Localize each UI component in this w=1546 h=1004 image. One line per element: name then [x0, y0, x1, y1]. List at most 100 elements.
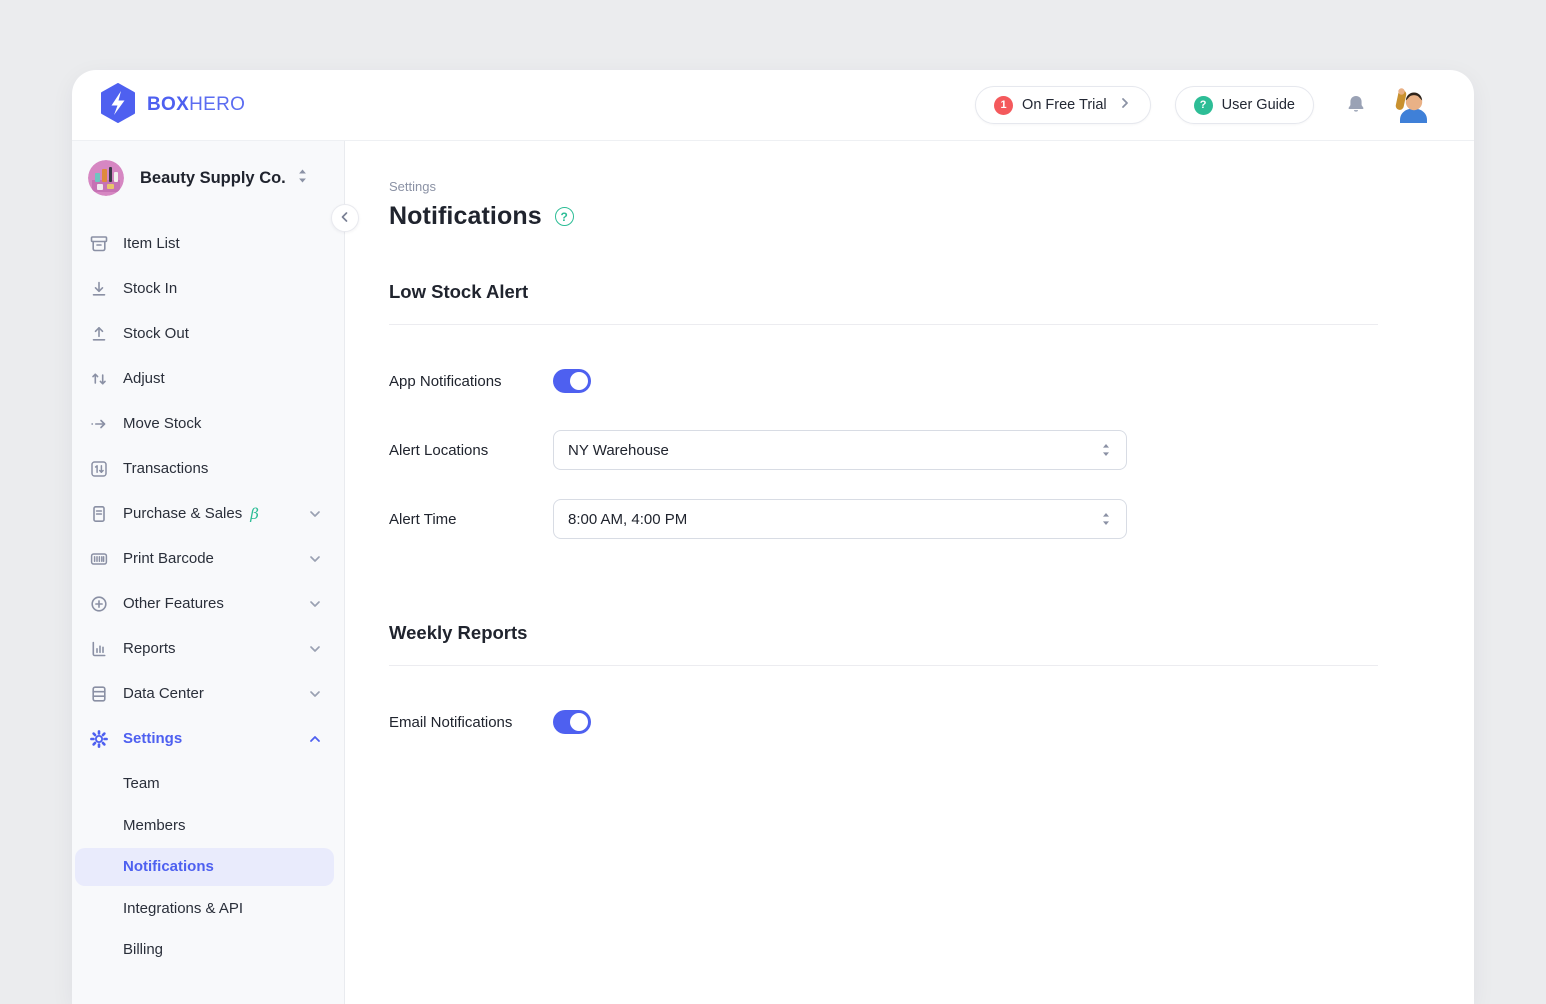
chevron-right-icon [1118, 96, 1132, 114]
sidebar-item-label: Settings [123, 730, 182, 747]
help-icon[interactable]: ? [555, 207, 574, 226]
sidebar-subitem-label: Notifications [123, 858, 214, 875]
sidebar-subitem-members[interactable]: Members [75, 806, 334, 844]
sidebar-item-settings[interactable]: Settings [72, 716, 344, 761]
workspace-avatar [88, 160, 124, 196]
toggle-knob [570, 372, 588, 390]
email-notifications-row: Email Notifications [389, 710, 1378, 734]
sidebar-item-label: Stock Out [123, 325, 189, 342]
alert-time-value: 8:00 AM, 4:00 PM [568, 511, 687, 528]
sidebar-item-adjust[interactable]: Adjust [72, 356, 344, 401]
sidebar-item-item-list[interactable]: Item List [72, 221, 344, 266]
database-icon [89, 684, 109, 704]
sidebar: Beauty Supply Co. Item List [72, 141, 345, 1004]
chevron-down-icon [308, 507, 322, 521]
sidebar-item-purchase-sales[interactable]: Purchase & Sales β [72, 491, 344, 536]
app-notifications-label: App Notifications [389, 373, 553, 390]
user-guide-button[interactable]: ? User Guide [1175, 86, 1314, 124]
app-window: BOXHERO 1 On Free Trial ? User Guide [72, 70, 1474, 1004]
sidebar-subitem-integrations-api[interactable]: Integrations & API [75, 889, 334, 927]
select-sorter-icon [1100, 442, 1112, 458]
alert-time-select[interactable]: 8:00 AM, 4:00 PM [553, 499, 1127, 539]
toggle-knob [570, 713, 588, 731]
sidebar-item-other-features[interactable]: Other Features [72, 581, 344, 626]
section-low-stock-alert: Low Stock Alert App Notifications Alert … [389, 281, 1378, 539]
page-title: Notifications [389, 202, 542, 231]
document-icon [89, 504, 109, 524]
chevron-down-icon [308, 552, 322, 566]
sidebar-item-stock-in[interactable]: Stock In [72, 266, 344, 311]
arrows-up-down-icon [89, 369, 109, 389]
user-guide-label: User Guide [1222, 97, 1295, 113]
chevron-down-icon [308, 642, 322, 656]
plus-circle-icon [89, 594, 109, 614]
boxhero-hexagon-bolt-icon [100, 83, 136, 128]
section-divider [389, 665, 1378, 666]
alert-locations-value: NY Warehouse [568, 442, 669, 459]
sidebar-subitem-billing[interactable]: Billing [75, 931, 334, 969]
question-badge-icon: ? [1194, 96, 1213, 115]
app-notifications-toggle[interactable] [553, 369, 591, 393]
sidebar-item-stock-out[interactable]: Stock Out [72, 311, 344, 356]
free-trial-label: On Free Trial [1022, 97, 1107, 113]
alert-locations-row: Alert Locations NY Warehouse [389, 430, 1378, 470]
page-background: BOXHERO 1 On Free Trial ? User Guide [0, 0, 1546, 1004]
alert-locations-label: Alert Locations [389, 442, 553, 459]
breadcrumb: Settings [389, 179, 1378, 194]
chevron-up-icon [308, 732, 322, 746]
sidebar-item-label: Print Barcode [123, 550, 214, 567]
chevron-down-icon [308, 687, 322, 701]
transactions-box-icon [89, 459, 109, 479]
sidebar-item-reports[interactable]: Reports [72, 626, 344, 671]
sidebar-item-print-barcode[interactable]: Print Barcode [72, 536, 344, 581]
sidebar-item-transactions[interactable]: Transactions [72, 446, 344, 491]
email-notifications-toggle[interactable] [553, 710, 591, 734]
email-notifications-label: Email Notifications [389, 714, 553, 731]
sidebar-nav: Item List Stock In [72, 221, 344, 969]
header-actions: 1 On Free Trial ? User Guide [975, 86, 1430, 124]
notifications-bell-icon[interactable] [1344, 93, 1368, 117]
sidebar-item-label: Purchase & Sales [123, 505, 242, 522]
trial-count-badge: 1 [994, 96, 1013, 115]
alert-time-label: Alert Time [389, 511, 553, 528]
sidebar-item-label: Adjust [123, 370, 165, 387]
user-avatar[interactable] [1394, 87, 1430, 123]
sidebar-subitem-notifications[interactable]: Notifications [75, 848, 334, 886]
sidebar-subitem-label: Team [123, 775, 160, 792]
alert-locations-select[interactable]: NY Warehouse [553, 430, 1127, 470]
boxhero-wordmark: BOXHERO [147, 94, 245, 116]
chevron-left-icon [339, 211, 351, 226]
sidebar-subitem-label: Integrations & API [123, 900, 243, 917]
sidebar-item-label: Item List [123, 235, 180, 252]
select-sorter-icon [1100, 511, 1112, 527]
workspace-switcher[interactable]: Beauty Supply Co. [72, 160, 344, 196]
sidebar-item-label: Data Center [123, 685, 204, 702]
chevron-down-icon [308, 597, 322, 611]
sidebar-item-label: Reports [123, 640, 176, 657]
sidebar-collapse-button[interactable] [331, 204, 359, 232]
workspace-name: Beauty Supply Co. [140, 169, 286, 188]
boxhero-logo[interactable]: BOXHERO [100, 83, 245, 128]
app-header: BOXHERO 1 On Free Trial ? User Guide [72, 70, 1474, 141]
sidebar-item-data-center[interactable]: Data Center [72, 671, 344, 716]
main-content: Settings Notifications ? Low Stock Alert… [345, 141, 1474, 1004]
sidebar-item-label: Other Features [123, 595, 224, 612]
bar-chart-icon [89, 639, 109, 659]
workspace-sorter-icon [296, 168, 309, 189]
beta-badge: β [250, 505, 259, 523]
section-weekly-reports: Weekly Reports Email Notifications [389, 622, 1378, 734]
section-heading: Weekly Reports [389, 622, 1378, 644]
section-divider [389, 324, 1378, 325]
arrow-down-tray-icon [89, 279, 109, 299]
sidebar-subitem-team[interactable]: Team [75, 765, 334, 803]
barcode-icon [89, 549, 109, 569]
app-notifications-row: App Notifications [389, 369, 1378, 393]
alert-time-row: Alert Time 8:00 AM, 4:00 PM [389, 499, 1378, 539]
sidebar-subitem-label: Members [123, 817, 186, 834]
sidebar-item-move-stock[interactable]: Move Stock [72, 401, 344, 446]
free-trial-button[interactable]: 1 On Free Trial [975, 86, 1151, 124]
archive-box-icon [89, 234, 109, 254]
dotted-arrow-right-icon [89, 414, 109, 434]
section-heading: Low Stock Alert [389, 281, 1378, 303]
arrow-up-tray-icon [89, 324, 109, 344]
